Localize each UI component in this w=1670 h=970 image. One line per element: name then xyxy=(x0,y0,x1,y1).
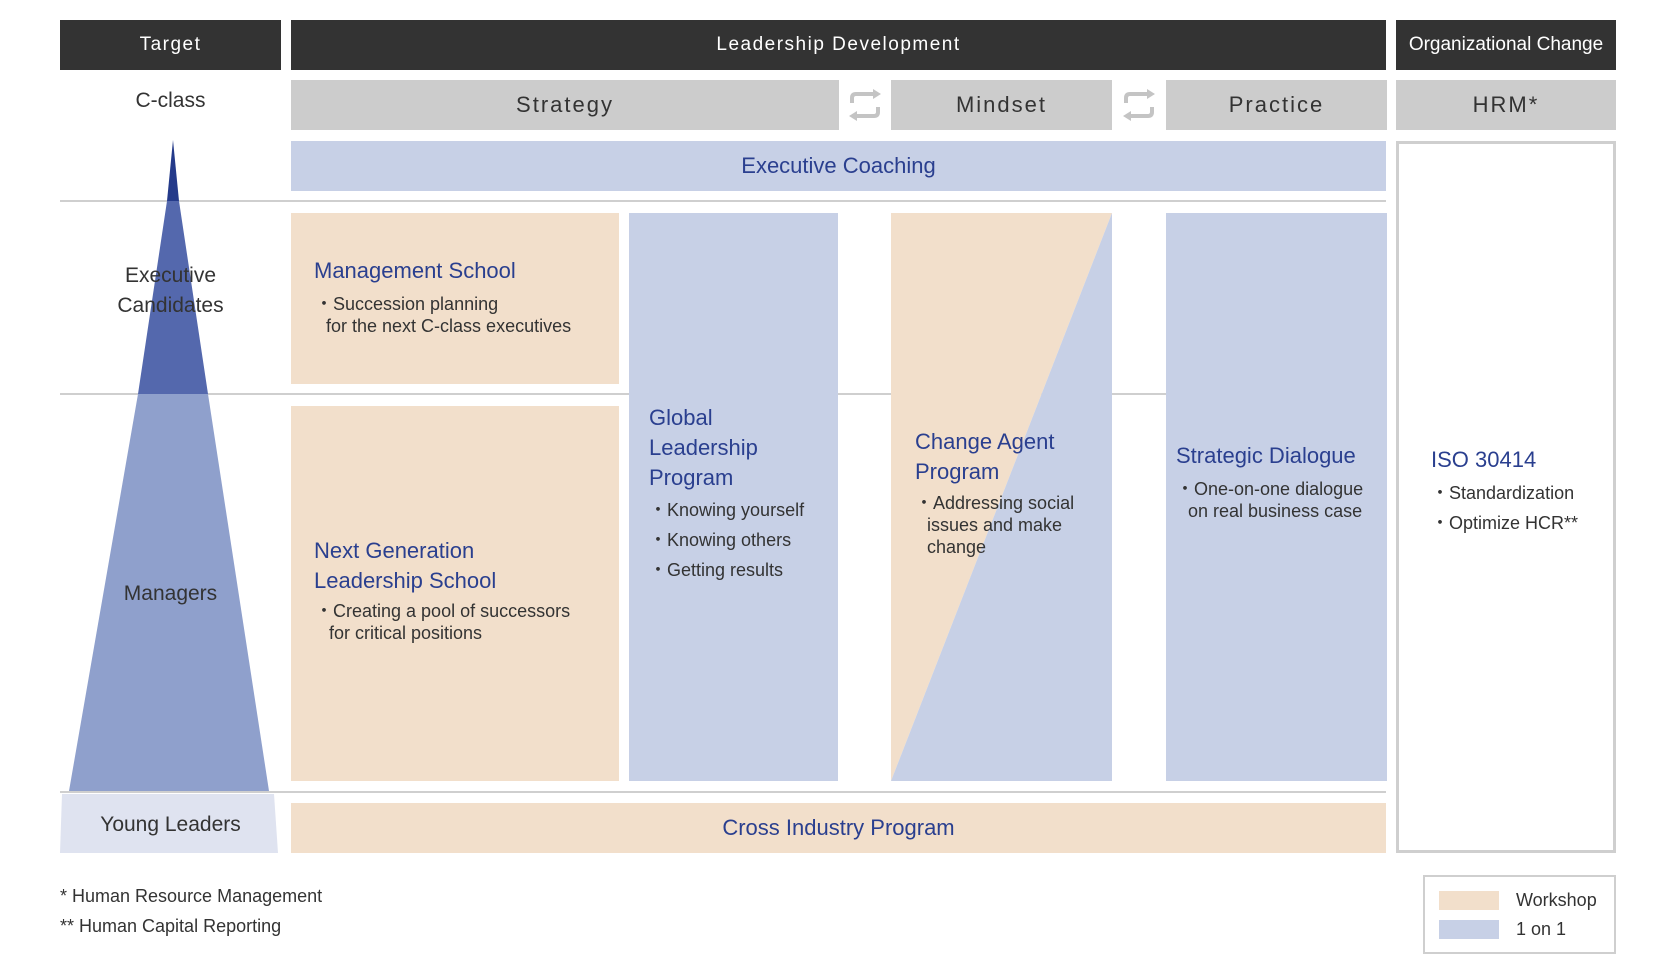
strategy-header: Strategy xyxy=(291,80,839,130)
change-agent-program-title: Change Agent Program xyxy=(915,427,1054,487)
change-agent-bullet: issues and make xyxy=(927,515,1063,535)
iso-30414-title: ISO 30414 xyxy=(1431,447,1537,472)
title-line: Program xyxy=(915,459,1000,484)
cycle-arrows-icon xyxy=(841,80,889,130)
practice-header: Practice xyxy=(1166,80,1387,130)
title-line: Change Agent xyxy=(915,429,1055,454)
footnote-hrm: * Human Resource Management xyxy=(60,886,323,906)
title-line: Leadership School xyxy=(314,568,497,593)
legend: Workshop 1 on 1 xyxy=(1423,875,1616,954)
executive-coaching-band: Executive Coaching xyxy=(291,141,1386,191)
legend-swatch-workshop xyxy=(1439,891,1499,910)
global-leadership-program-title: Global Leadership Program xyxy=(649,403,758,493)
global-leadership-bullet: ・Getting results xyxy=(649,560,784,580)
iso-30414-bullet: ・Standardization xyxy=(1431,483,1575,503)
tier-label-executive-candidates: Executive Candidates xyxy=(60,261,281,321)
tier-label-c-class: C-class xyxy=(135,89,206,112)
title-line: Global xyxy=(649,405,713,430)
strategic-dialogue-box: Strategic Dialogue ・One-on-one dialogue … xyxy=(1166,213,1387,781)
legend-label-one-on-one: 1 on 1 xyxy=(1516,919,1567,939)
next-generation-school-bullet: ・Creating a pool of successors xyxy=(315,601,571,621)
cross-industry-program-band: Cross Industry Program xyxy=(291,803,1386,853)
hrm-header: HRM* xyxy=(1396,80,1616,130)
leadership-development-header: Leadership Development xyxy=(291,20,1386,70)
change-agent-program-box: Change Agent Program ・Addressing social … xyxy=(891,213,1112,781)
strategic-dialogue-bullet: ・One-on-one dialogue xyxy=(1176,479,1364,499)
global-leadership-bullet: ・Knowing yourself xyxy=(649,500,805,520)
title-line: Leadership xyxy=(649,435,758,460)
footnote-hcr: ** Human Capital Reporting xyxy=(60,916,282,936)
management-school-bullet: ・Succession planning xyxy=(315,294,499,314)
iso-30414-box: ISO 30414 ・Standardization ・Optimize HCR… xyxy=(1396,141,1616,853)
global-leadership-program-box: Global Leadership Program ・Knowing yours… xyxy=(629,213,838,781)
mindset-header: Mindset xyxy=(891,80,1112,130)
management-school-box: Management School ・Succession planning f… xyxy=(291,213,619,384)
cycle-arrows-icon xyxy=(1114,80,1164,130)
next-generation-school-title: Next Generation Leadership School xyxy=(314,536,496,596)
legend-label-workshop: Workshop xyxy=(1516,890,1597,910)
tier-label-line: Candidates xyxy=(117,294,224,317)
management-school-title: Management School xyxy=(314,258,516,283)
next-generation-school-bullet: for critical positions xyxy=(329,623,483,643)
tier-label-line: Executive xyxy=(124,264,217,287)
target-header: Target xyxy=(60,20,281,70)
tier-label-young-leaders: Young Leaders xyxy=(100,813,241,836)
strategic-dialogue-bullet: on real business case xyxy=(1188,501,1363,521)
title-line: Program xyxy=(649,465,734,490)
change-agent-bullet: change xyxy=(927,537,987,557)
tier-label-managers: Managers xyxy=(123,582,218,605)
title-line: Next Generation xyxy=(314,538,475,563)
global-leadership-bullet: ・Knowing others xyxy=(649,530,792,550)
management-school-bullet: for the next C-class executives xyxy=(326,316,572,336)
iso-30414-bullet: ・Optimize HCR** xyxy=(1431,513,1579,533)
organizational-change-header: Organizational Change xyxy=(1396,20,1616,70)
legend-swatch-one-on-one xyxy=(1439,920,1499,939)
change-agent-bullet: ・Addressing social xyxy=(915,493,1075,513)
next-generation-school-box: Next Generation Leadership School ・Creat… xyxy=(291,406,619,781)
strategic-dialogue-title: Strategic Dialogue xyxy=(1176,443,1356,468)
leadership-pyramid xyxy=(60,140,278,853)
